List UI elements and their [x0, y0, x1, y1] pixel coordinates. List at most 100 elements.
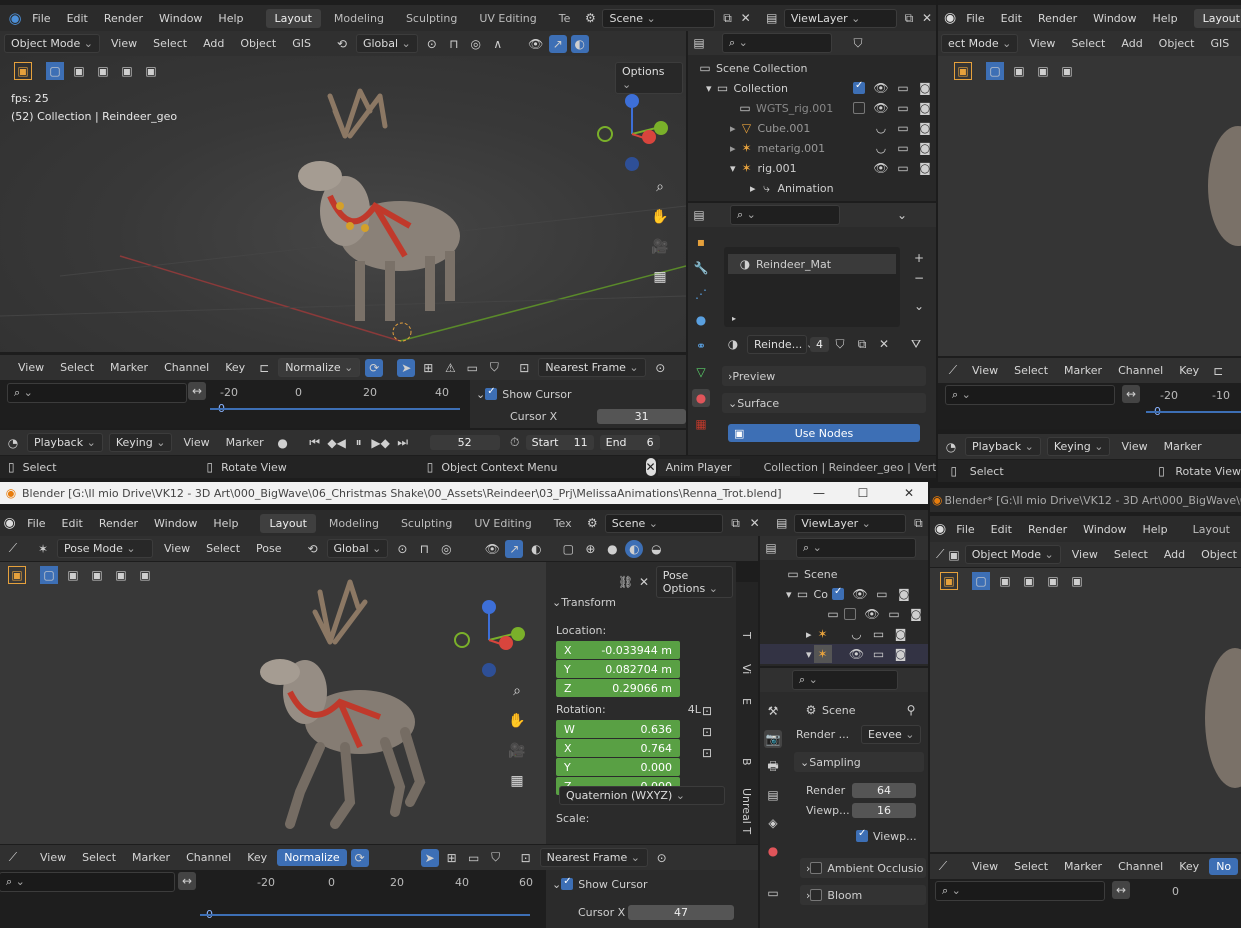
- graph-menu-channel[interactable]: Channel: [1110, 860, 1171, 873]
- properties-search[interactable]: ⌕: [730, 205, 840, 225]
- new-viewlayer-icon[interactable]: ⧉: [911, 514, 926, 532]
- keying-menu[interactable]: Keying: [108, 433, 173, 452]
- prev-key-icon[interactable]: ◆◀: [327, 434, 345, 452]
- tab-sculpting[interactable]: Sculpting: [392, 514, 461, 533]
- shading-material-icon[interactable]: ◐: [625, 539, 644, 558]
- eye-icon[interactable]: 👁: [872, 159, 890, 177]
- viewport-menu-gis[interactable]: GIS: [284, 37, 319, 50]
- collection-tab-icon[interactable]: ▭: [764, 884, 782, 902]
- sidebar-tab-b[interactable]: B: [740, 758, 753, 766]
- expand-icon[interactable]: ▸: [730, 122, 736, 135]
- outliner-row-rig[interactable]: ▾ ✶ rig.001 👁 ▭ ◙: [688, 158, 936, 178]
- tab-layout[interactable]: Layout: [1193, 8, 1241, 28]
- warning-icon[interactable]: ⚠: [441, 359, 459, 377]
- rotation-mode-selector[interactable]: Quaternion (WXYZ): [559, 786, 725, 805]
- lock-icon[interactable]: ⊡: [698, 723, 716, 741]
- chevron-down-icon[interactable]: ⌄: [910, 297, 928, 315]
- monitor-icon[interactable]: ▭: [885, 605, 903, 623]
- ghost-icon[interactable]: ▭: [465, 849, 483, 867]
- render-samples-field[interactable]: 64: [852, 782, 916, 798]
- snap-mode[interactable]: Nearest Frame: [539, 848, 648, 867]
- transform-orientation[interactable]: Global: [326, 539, 389, 558]
- fake-user-icon[interactable]: ⛉: [831, 335, 849, 353]
- outliner-row-scene[interactable]: ▭ Scene: [760, 564, 928, 584]
- menu-window[interactable]: Window: [1085, 12, 1144, 25]
- next-key-icon[interactable]: ▶◆: [371, 434, 389, 452]
- grid-view-icon[interactable]: ▦: [504, 768, 530, 794]
- expand-icon[interactable]: ▾: [786, 588, 792, 601]
- scene-tab-icon[interactable]: ◈: [764, 814, 782, 832]
- editor-type-icon[interactable]: ▤: [762, 539, 780, 557]
- tool-tab-icon[interactable]: ▪: [692, 233, 710, 251]
- pause-icon[interactable]: ⏸: [350, 434, 368, 452]
- timeline-marker[interactable]: Marker: [1156, 440, 1210, 453]
- timeline-editor-icon[interactable]: ◔: [4, 434, 22, 452]
- transform-orientation-icon[interactable]: ⟲: [333, 35, 351, 53]
- tab-texture[interactable]: Te: [550, 9, 580, 28]
- eye-closed-icon[interactable]: ◡: [848, 625, 866, 643]
- new-scene-icon[interactable]: ⧉: [720, 9, 734, 27]
- mode-selector[interactable]: Pose Mode: [57, 539, 153, 558]
- snap-mode[interactable]: Nearest Frame: [538, 358, 647, 377]
- normalize-toggle[interactable]: Normalize: [277, 849, 347, 866]
- normalize-toggle[interactable]: Normalize: [278, 358, 361, 377]
- proportional-icon[interactable]: ◎: [467, 35, 485, 53]
- snap-icon[interactable]: ⊡: [515, 359, 533, 377]
- monitor-icon[interactable]: ▭: [894, 99, 912, 117]
- visibility-icon[interactable]: 👁: [483, 540, 501, 558]
- render-camera-icon[interactable]: ◙: [916, 119, 934, 137]
- preview-panel-header[interactable]: › Preview: [722, 366, 926, 386]
- viewport-menu-add[interactable]: Add: [1156, 548, 1193, 561]
- outliner-row-rig[interactable]: ▾ ✶ 👁 ▭ ◙: [760, 644, 928, 664]
- blender-logo-icon[interactable]: ◉: [934, 520, 946, 538]
- viewport-menu-object[interactable]: Object: [1193, 548, 1241, 561]
- swap-icon[interactable]: ↔: [1122, 385, 1140, 403]
- stopwatch-icon[interactable]: ⏱: [506, 434, 524, 452]
- editor-type-icon[interactable]: ⟋: [934, 858, 952, 876]
- collapse-icon[interactable]: ⌄: [476, 388, 485, 401]
- box-select-icon[interactable]: ⊞: [443, 849, 461, 867]
- graph-menu-view[interactable]: View: [964, 860, 1006, 873]
- tab-modeling[interactable]: Modeling: [320, 514, 388, 533]
- jump-start-icon[interactable]: ⏮: [306, 434, 324, 452]
- tool-tab-icon[interactable]: ⚒: [764, 702, 782, 720]
- monitor-icon[interactable]: ▭: [894, 139, 912, 157]
- graph-menu-channel[interactable]: Channel: [156, 361, 217, 374]
- menu-edit[interactable]: Edit: [54, 517, 91, 530]
- transform-orientation[interactable]: Global: [355, 34, 418, 53]
- close-icon[interactable]: ✕: [920, 9, 934, 27]
- menu-render[interactable]: Render: [1020, 523, 1075, 536]
- show-cursor-checkbox[interactable]: [485, 386, 498, 400]
- menu-help[interactable]: Help: [205, 517, 246, 530]
- swap-icon[interactable]: ↔: [178, 872, 196, 890]
- eye-icon[interactable]: 👁: [851, 585, 869, 603]
- outliner-row-metarig[interactable]: ▸ ✶ metarig.001 ◡ ▭ ◙: [688, 138, 936, 158]
- keying-menu[interactable]: Keying: [1046, 437, 1111, 456]
- ambient-occlusion-header[interactable]: › Ambient Occlusio: [800, 858, 926, 878]
- outliner-row-cube[interactable]: ▸ ▽ Cube.001 ◡ ▭ ◙: [688, 118, 936, 138]
- overlay-icon[interactable]: ◐: [570, 34, 589, 53]
- menu-edit[interactable]: Edit: [983, 523, 1020, 536]
- menu-edit[interactable]: Edit: [59, 12, 96, 25]
- playback-menu[interactable]: Playback: [965, 437, 1041, 456]
- pivot-icon[interactable]: ⊙: [393, 540, 411, 558]
- graph-menu-marker[interactable]: Marker: [102, 361, 156, 374]
- editor-type-icon[interactable]: ⟋: [4, 849, 22, 867]
- camera-icon[interactable]: 🎥: [647, 234, 673, 260]
- render-camera-icon[interactable]: ◙: [892, 625, 910, 643]
- blender-logo-icon[interactable]: ◉: [8, 9, 22, 27]
- menu-file[interactable]: File: [19, 517, 53, 530]
- render-camera-icon[interactable]: ◙: [907, 605, 925, 623]
- viewport-menu-select[interactable]: Select: [1063, 37, 1113, 50]
- graph-menu-view[interactable]: View: [964, 364, 1006, 377]
- graph-menu-select[interactable]: Select: [52, 361, 102, 374]
- editor-type-icon[interactable]: ▤: [690, 34, 708, 52]
- playback-menu[interactable]: Playback: [27, 433, 103, 452]
- cursor-select-icon[interactable]: ➤: [420, 848, 439, 867]
- viewport-menu-pose[interactable]: Pose: [248, 542, 289, 555]
- viewport-menu-select[interactable]: Select: [198, 542, 248, 555]
- proportional-icon[interactable]: ◎: [437, 540, 455, 558]
- overlay-icon[interactable]: ◐: [527, 540, 545, 558]
- outliner-search[interactable]: ⌕: [796, 538, 916, 558]
- sidebar-tab-tool[interactable]: T: [740, 632, 753, 639]
